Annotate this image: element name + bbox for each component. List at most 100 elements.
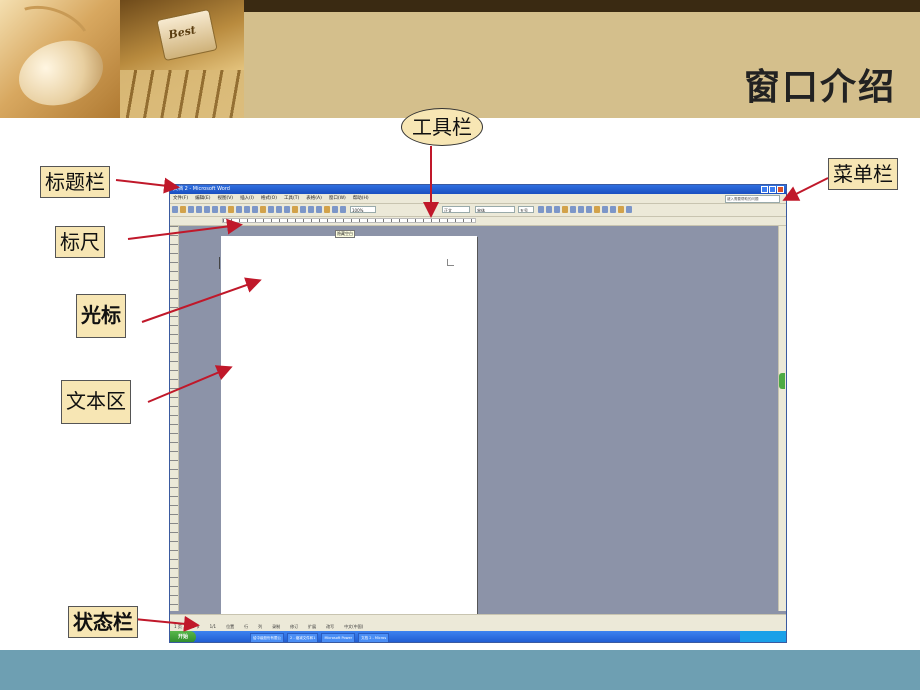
word-window: 文档 2 - Microsoft Word 文件(F) 编辑(E) 视图(V) … (169, 184, 787, 643)
new-doc-icon[interactable] (172, 206, 178, 213)
taskbar-item[interactable]: Microsoft Power (321, 633, 356, 642)
menu-insert[interactable]: 插入(I) (240, 194, 254, 203)
italic-icon[interactable] (546, 206, 552, 213)
slide-footer-band (0, 650, 920, 690)
print-preview-icon[interactable] (220, 206, 226, 213)
table-icon[interactable] (300, 206, 306, 213)
status-extend: 扩展 (308, 624, 317, 629)
font-color-icon[interactable] (626, 206, 632, 213)
system-tray[interactable] (740, 631, 786, 642)
print-icon[interactable] (212, 206, 218, 213)
underline-icon[interactable] (554, 206, 560, 213)
taskbar-item[interactable]: 2 - 缩减文件和1 (287, 633, 319, 642)
columns-icon[interactable] (316, 206, 322, 213)
open-icon[interactable] (180, 206, 186, 213)
vertical-ruler (170, 226, 179, 611)
status-column: 列 (258, 624, 263, 629)
status-record: 录制 (272, 624, 281, 629)
start-button[interactable]: 开始 (170, 631, 196, 642)
align-left-icon[interactable] (562, 206, 568, 213)
vertical-scrollbar[interactable] (778, 226, 786, 611)
menu-table[interactable]: 表格(A) (306, 194, 322, 203)
font-size-select[interactable]: 五号 (518, 206, 534, 213)
status-page: 1 页 (174, 624, 182, 629)
slide-header: Best 窗口介绍 (0, 0, 920, 118)
drawing-icon[interactable] (324, 206, 330, 213)
margin-corner-mark (447, 259, 454, 266)
spelling-icon[interactable] (228, 206, 234, 213)
cursor-callout: 光标 (76, 294, 126, 338)
document-area (179, 226, 779, 616)
statusbar-callout: 状态栏 (68, 606, 138, 638)
status-page-count: 1/1 (209, 624, 217, 629)
ruler-callout: 标尺 (55, 226, 105, 258)
word-menu-bar: 文件(F) 编辑(E) 视图(V) 插入(I) 格式(O) 工具(T) 表格(A… (170, 194, 786, 204)
status-bar: 1 页 1 节 1/1 位置 行 列 录制 修订 扩展 改写 中文(中国) (170, 614, 786, 632)
show-hide-icon[interactable] (340, 206, 346, 213)
excel-icon[interactable] (308, 206, 314, 213)
justify-icon[interactable] (586, 206, 592, 213)
text-cursor (219, 257, 220, 269)
toolbar-icons-right (538, 206, 632, 213)
menu-format[interactable]: 格式(O) (261, 194, 277, 203)
best-key-graphic: Best (156, 8, 218, 62)
status-section: 1 节 (191, 624, 200, 629)
hyperlink-icon[interactable] (292, 206, 298, 213)
windows-taskbar: 开始 给中级股份有限公 2 - 缩减文件和1 Microsoft Power 文… (170, 631, 786, 642)
help-search-input[interactable]: 键入需要帮助的问题 (725, 195, 780, 203)
status-track: 修订 (290, 624, 299, 629)
document-page[interactable] (221, 236, 477, 616)
copy-icon[interactable] (252, 206, 258, 213)
bullets-icon[interactable] (602, 206, 608, 213)
maximize-button[interactable] (769, 186, 776, 193)
status-language: 中文(中国) (344, 624, 364, 629)
menu-tools[interactable]: 工具(T) (284, 194, 299, 203)
indent-icon[interactable] (610, 206, 616, 213)
taskbar-item[interactable]: 给中级股份有限公 (250, 633, 284, 642)
doc-map-icon[interactable] (332, 206, 338, 213)
ruler-scale[interactable] (222, 218, 476, 223)
keyboard-photo: Best (120, 0, 244, 118)
hide-whitespace-tooltip: 隐藏空白 (335, 230, 355, 238)
align-center-icon[interactable] (570, 206, 576, 213)
taskbar-item[interactable]: 文档 2 - Micros (358, 633, 390, 642)
menu-window[interactable]: 窗口(W) (329, 194, 346, 203)
text-area-callout: 文本区 (61, 380, 131, 424)
minimize-button[interactable] (761, 186, 768, 193)
slide-title: 窗口介绍 (743, 67, 896, 108)
menubar-callout: 菜单栏 (828, 158, 898, 190)
zoom-select[interactable]: 100% (350, 206, 376, 213)
format-painter-icon[interactable] (268, 206, 274, 213)
horizontal-ruler (170, 217, 786, 226)
numbering-icon[interactable] (594, 206, 600, 213)
close-button[interactable] (777, 186, 784, 193)
keyboard-keys-graphic (120, 70, 244, 118)
menu-help[interactable]: 帮助(H) (353, 194, 369, 203)
window-controls (761, 186, 784, 193)
email-icon[interactable] (204, 206, 210, 213)
permission-icon[interactable] (196, 206, 202, 213)
menu-file[interactable]: 文件(F) (173, 194, 188, 203)
status-overtype: 改写 (326, 624, 335, 629)
bold-icon[interactable] (538, 206, 544, 213)
status-position: 位置 (226, 624, 235, 629)
redo-icon[interactable] (284, 206, 290, 213)
style-select[interactable]: 正文 (442, 206, 470, 213)
titlebar-arrow (115, 177, 180, 194)
save-icon[interactable] (188, 206, 194, 213)
menubar-arrow (782, 177, 829, 201)
paste-icon[interactable] (260, 206, 266, 213)
side-widget-tab[interactable] (779, 373, 785, 389)
word-toolbar: 100% 正文 宋体 五号 (170, 204, 786, 217)
toolbar-callout: 工具栏 (401, 108, 483, 146)
align-right-icon[interactable] (578, 206, 584, 213)
cut-icon[interactable] (244, 206, 250, 213)
undo-icon[interactable] (276, 206, 282, 213)
font-select[interactable]: 宋体 (475, 206, 515, 213)
menu-view[interactable]: 视图(V) (217, 194, 233, 203)
research-icon[interactable] (236, 206, 242, 213)
highlight-icon[interactable] (618, 206, 624, 213)
menu-edit[interactable]: 编辑(E) (195, 194, 210, 203)
toolbar-icons-left (172, 206, 346, 213)
mouse-photo (0, 0, 120, 118)
